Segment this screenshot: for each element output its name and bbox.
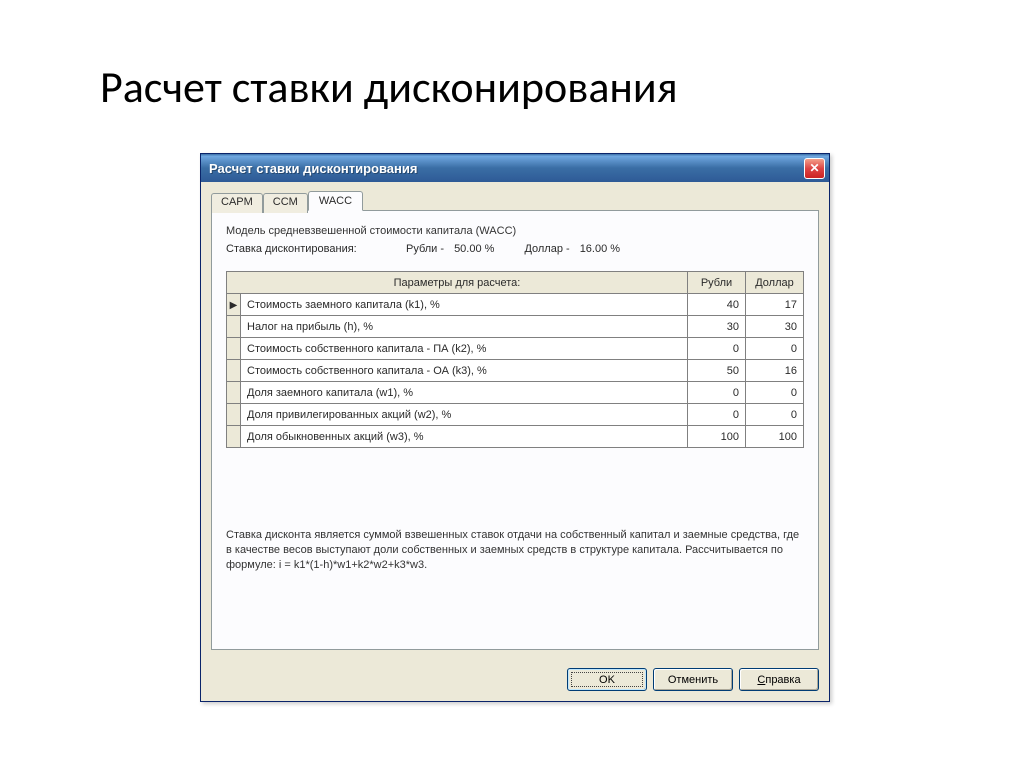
window-title: Расчет ставки дисконтирования bbox=[209, 161, 417, 176]
param-name: Стоимость заемного капитала (k1), % bbox=[241, 294, 688, 316]
app-window: Расчет ставки дисконтирования ✕ CAPM CCM… bbox=[200, 153, 830, 702]
param-name: Стоимость собственного капитала - ОА (k3… bbox=[241, 360, 688, 382]
param-rub[interactable]: 0 bbox=[688, 382, 746, 404]
row-marker bbox=[227, 338, 241, 360]
param-usd[interactable]: 16 bbox=[746, 360, 804, 382]
row-marker bbox=[227, 360, 241, 382]
usd-value: 16.00 % bbox=[580, 243, 620, 255]
window-body: CAPM CCM WACC Модель средневзвешенной ст… bbox=[201, 182, 829, 660]
tab-ccm[interactable]: CCM bbox=[263, 193, 308, 213]
param-usd[interactable]: 30 bbox=[746, 316, 804, 338]
slide-title: Расчет ставки дисконирования bbox=[100, 60, 678, 114]
tab-strip: CAPM CCM WACC bbox=[211, 190, 819, 210]
table-row[interactable]: Налог на прибыль (h), %3030 bbox=[227, 316, 804, 338]
ok-button[interactable]: OK bbox=[567, 668, 647, 691]
param-rub[interactable]: 0 bbox=[688, 338, 746, 360]
slide: Расчет ставки дисконирования Расчет став… bbox=[0, 0, 1024, 767]
param-rub[interactable]: 100 bbox=[688, 426, 746, 448]
param-name: Налог на прибыль (h), % bbox=[241, 316, 688, 338]
param-usd[interactable]: 0 bbox=[746, 382, 804, 404]
rate-line: Ставка дисконтирования: Рубли - 50.00 % … bbox=[226, 243, 804, 255]
table-row[interactable]: ▶Стоимость заемного капитала (k1), %4017 bbox=[227, 294, 804, 316]
param-name: Доля привилегированных акций (w2), % bbox=[241, 404, 688, 426]
explanation-text: Ставка дисконта является суммой взвешенн… bbox=[226, 528, 804, 573]
row-marker bbox=[227, 426, 241, 448]
param-rub[interactable]: 0 bbox=[688, 404, 746, 426]
rub-label: Рубли - bbox=[406, 243, 444, 255]
params-table[interactable]: Параметры для расчета: Рубли Доллар ▶Сто… bbox=[226, 271, 804, 448]
param-name: Стоимость собственного капитала - ПА (k2… bbox=[241, 338, 688, 360]
row-marker bbox=[227, 316, 241, 338]
param-rub[interactable]: 40 bbox=[688, 294, 746, 316]
col-usd: Доллар bbox=[746, 272, 804, 294]
param-usd[interactable]: 100 bbox=[746, 426, 804, 448]
param-name: Доля заемного капитала (w1), % bbox=[241, 382, 688, 404]
current-row-icon: ▶ bbox=[230, 300, 238, 311]
model-label: Модель средневзвешенной стоимости капита… bbox=[226, 225, 804, 237]
col-param: Параметры для расчета: bbox=[227, 272, 688, 294]
close-button[interactable]: ✕ bbox=[804, 158, 825, 179]
tab-panel-wacc: Модель средневзвешенной стоимости капита… bbox=[211, 210, 819, 650]
usd-label: Доллар - bbox=[524, 243, 569, 255]
row-marker bbox=[227, 382, 241, 404]
close-icon: ✕ bbox=[809, 161, 819, 175]
rub-value: 50.00 % bbox=[454, 243, 494, 255]
row-marker bbox=[227, 404, 241, 426]
table-row[interactable]: Доля заемного капитала (w1), %00 bbox=[227, 382, 804, 404]
table-row[interactable]: Стоимость собственного капитала - ОА (k3… bbox=[227, 360, 804, 382]
col-rub: Рубли bbox=[688, 272, 746, 294]
param-name: Доля обыкновенных акций (w3), % bbox=[241, 426, 688, 448]
param-usd[interactable]: 0 bbox=[746, 338, 804, 360]
param-rub[interactable]: 50 bbox=[688, 360, 746, 382]
titlebar: Расчет ставки дисконтирования ✕ bbox=[201, 154, 829, 182]
table-row[interactable]: Доля обыкновенных акций (w3), %100100 bbox=[227, 426, 804, 448]
param-usd[interactable]: 0 bbox=[746, 404, 804, 426]
tab-capm[interactable]: CAPM bbox=[211, 193, 263, 213]
param-rub[interactable]: 30 bbox=[688, 316, 746, 338]
button-row: OK Отменить Справка bbox=[201, 660, 829, 701]
row-marker: ▶ bbox=[227, 294, 241, 316]
table-row[interactable]: Стоимость собственного капитала - ПА (k2… bbox=[227, 338, 804, 360]
cancel-button[interactable]: Отменить bbox=[653, 668, 733, 691]
tab-wacc[interactable]: WACC bbox=[308, 191, 363, 211]
rate-label: Ставка дисконтирования: bbox=[226, 243, 376, 255]
param-usd[interactable]: 17 bbox=[746, 294, 804, 316]
table-row[interactable]: Доля привилегированных акций (w2), %00 bbox=[227, 404, 804, 426]
help-button[interactable]: Справка bbox=[739, 668, 819, 691]
